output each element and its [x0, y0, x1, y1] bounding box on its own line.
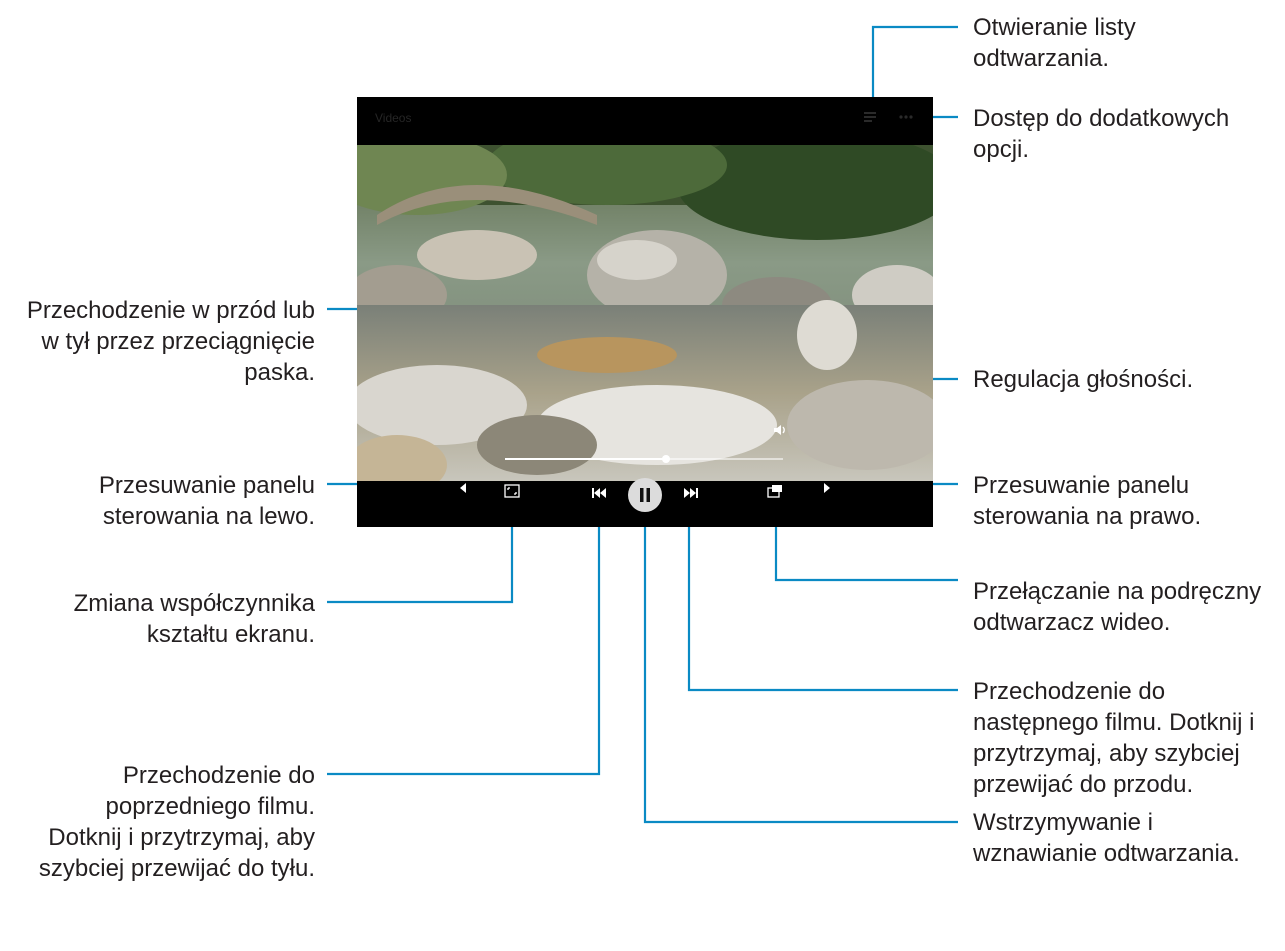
more-options-icon[interactable] [897, 109, 915, 125]
annotation-previous-video: Przechodzenie do poprzedniego filmu. Dot… [38, 762, 315, 882]
annotation-popup-player: Przełączanie na podręczny odtwarzacz wid… [973, 578, 1262, 636]
top-bar: Videos [357, 97, 933, 145]
seek-bar[interactable] [505, 455, 783, 463]
seek-bar-progress [505, 458, 667, 460]
arrow-right-icon[interactable] [821, 481, 833, 493]
river-scene-image [357, 145, 933, 481]
next-icon[interactable] [683, 486, 699, 498]
aspect-ratio-icon[interactable] [504, 484, 520, 498]
volume-icon[interactable] [772, 422, 788, 438]
annotation-more-options: Dostęp do dodatkowych opcji. [973, 105, 1230, 163]
pause-icon [640, 488, 650, 502]
annotation-move-left: Przesuwanie panelu sterowania na lewo. [98, 472, 315, 530]
leader-playlist [871, 25, 958, 104]
playlist-icon[interactable] [862, 109, 878, 125]
previous-icon[interactable] [591, 486, 607, 498]
video-player-screen: Videos [357, 97, 933, 527]
annotation-pause-resume: Wstrzymywanie i wznawianie odtwarzania. [973, 809, 1240, 867]
leader-pause [643, 508, 958, 824]
popup-player-icon[interactable] [767, 484, 783, 498]
pause-button[interactable] [628, 478, 662, 512]
video-title: Videos [375, 111, 412, 125]
video-frame[interactable] [357, 145, 933, 481]
annotation-seek: Przechodzenie w przód lub w tył przez pr… [26, 297, 315, 386]
annotation-move-right: Przesuwanie panelu sterowania na prawo. [973, 472, 1202, 530]
annotation-volume: Regulacja głośności. [973, 366, 1194, 393]
control-panel [357, 478, 933, 527]
arrow-left-icon[interactable] [457, 481, 469, 493]
leader-previous [327, 505, 601, 776]
annotation-next-video: Przechodzenie do następnego filmu. Dotkn… [973, 678, 1255, 798]
annotation-playlist: Otwieranie listy odtwarzania. [973, 14, 1136, 72]
leader-next [687, 505, 958, 692]
annotation-aspect-ratio: Zmiana współczynnika kształtu ekranu. [73, 590, 315, 648]
